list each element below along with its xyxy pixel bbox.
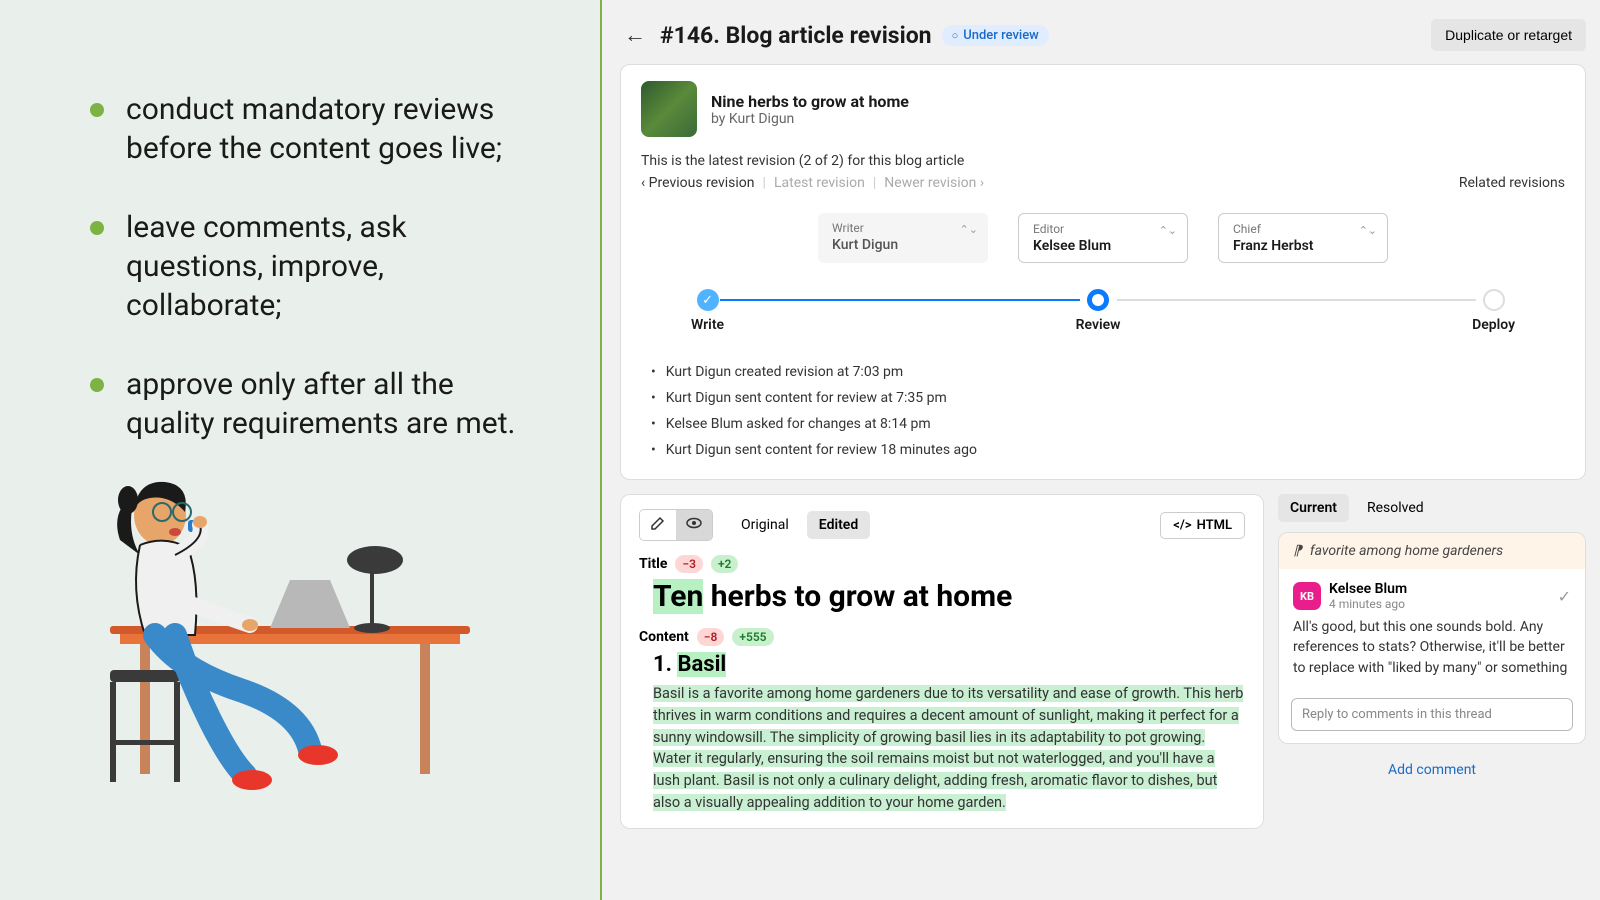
writer-role-select[interactable]: ⌃⌄ Writer Kurt Digun	[818, 213, 988, 263]
related-revisions-link[interactable]: Related revisions	[1459, 175, 1565, 191]
edit-mode-button[interactable]	[640, 510, 676, 540]
comments-panel: Current Resolved ⁋ favorite among home g…	[1278, 494, 1586, 829]
title-diff-minus: −3	[675, 555, 703, 573]
role-name: Franz Herbst	[1233, 238, 1373, 254]
status-badge: Under review	[942, 25, 1049, 46]
comment-author: Kelsee Blum	[1329, 581, 1407, 597]
content-diff-minus: −8	[697, 628, 725, 646]
page-title: #146. Blog article revision	[660, 22, 932, 49]
step-deploy-pending-icon	[1483, 289, 1505, 311]
reply-input[interactable]: Reply to comments in this thread	[1291, 698, 1573, 731]
article-thumbnail	[641, 81, 697, 137]
bullet-text: leave comments, ask questions, improve, …	[126, 208, 540, 325]
content-diff-plus: +555	[732, 628, 773, 646]
step-review-label: Review	[1076, 317, 1121, 333]
add-comment-link[interactable]: Add comment	[1278, 762, 1586, 778]
bullet-text: conduct mandatory reviews before the con…	[126, 90, 540, 168]
quote-icon: ⁋	[1293, 543, 1302, 559]
code-icon: </>	[1173, 518, 1191, 533]
step-review-current-icon	[1087, 289, 1109, 311]
step-write-done-icon: ✓	[697, 289, 719, 311]
document-title: Ten herbs to grow at home	[653, 579, 1245, 614]
revision-info: This is the latest revision (2 of 2) for…	[641, 153, 1565, 169]
thread-reference: favorite among home gardeners	[1310, 543, 1503, 559]
avatar: KB	[1293, 582, 1321, 610]
tab-edited[interactable]: Edited	[807, 511, 870, 539]
content-diff-card: Original Edited </> HTML Title −3 +2 Ten…	[620, 494, 1264, 829]
resolve-check-icon[interactable]: ✓	[1558, 587, 1571, 606]
activity-item: Kelsee Blum asked for changes at 8:14 pm	[666, 416, 931, 432]
role-label: Chief	[1233, 222, 1373, 236]
comment-thread: ⁋ favorite among home gardeners KB Kelse…	[1278, 532, 1586, 744]
role-name: Kelsee Blum	[1033, 238, 1173, 254]
tab-original[interactable]: Original	[729, 511, 801, 539]
activity-item: Kurt Digun created revision at 7:03 pm	[666, 364, 903, 380]
editor-role-select[interactable]: ⌃⌄ Editor Kelsee Blum	[1018, 213, 1188, 263]
view-mode-toggle	[639, 509, 713, 541]
html-view-button[interactable]: </> HTML	[1160, 512, 1245, 539]
marketing-pane: conduct mandatory reviews before the con…	[0, 0, 600, 900]
tab-comments-current[interactable]: Current	[1278, 494, 1349, 522]
content-field-label: Content	[639, 629, 689, 645]
prev-revision-link[interactable]: ‹ Previous revision	[641, 175, 755, 191]
bullet-dot-icon	[90, 221, 104, 235]
person-at-desk-illustration	[100, 440, 480, 800]
bullet-dot-icon	[90, 103, 104, 117]
role-label: Editor	[1033, 222, 1173, 236]
app-pane: ← #146. Blog article revision Under revi…	[602, 0, 1600, 900]
step-write-label: Write	[691, 317, 724, 333]
chevron-updown-icon: ⌃⌄	[1359, 224, 1377, 237]
comment-time: 4 minutes ago	[1329, 597, 1407, 611]
title-field-label: Title	[639, 556, 667, 572]
document-body: Basil is a favorite among home gardeners…	[653, 683, 1245, 814]
latest-revision-label: Latest revision	[774, 175, 865, 191]
comment-body: All's good, but this one sounds bold. An…	[1293, 617, 1571, 678]
revision-card: Nine herbs to grow at home by Kurt Digun…	[620, 64, 1586, 480]
tab-comments-resolved[interactable]: Resolved	[1355, 494, 1436, 522]
step-deploy-label: Deploy	[1472, 317, 1515, 333]
workflow-stepper: ✓ Write Review Deploy	[691, 289, 1515, 333]
duplicate-button[interactable]: Duplicate or retarget	[1431, 19, 1586, 51]
back-arrow-icon[interactable]: ←	[620, 18, 650, 52]
newer-revision-label: Newer revision ›	[884, 175, 984, 191]
preview-mode-button[interactable]	[676, 510, 712, 540]
activity-item: Kurt Digun sent content for review at 7:…	[666, 390, 947, 406]
chief-role-select[interactable]: ⌃⌄ Chief Franz Herbst	[1218, 213, 1388, 263]
role-name: Kurt Digun	[832, 237, 974, 253]
activity-item: Kurt Digun sent content for review 18 mi…	[666, 442, 977, 458]
bullet-dot-icon	[90, 378, 104, 392]
role-label: Writer	[832, 221, 974, 235]
chevron-updown-icon: ⌃⌄	[1159, 224, 1177, 237]
title-diff-plus: +2	[711, 555, 738, 573]
activity-log: Kurt Digun created revision at 7:03 pm K…	[641, 359, 1565, 463]
article-title: Nine herbs to grow at home	[711, 92, 909, 111]
article-byline: by Kurt Digun	[711, 111, 909, 127]
document-section-heading: 1. Basil	[653, 652, 1245, 677]
bullet-text: approve only after all the quality requi…	[126, 365, 540, 443]
chevron-updown-icon: ⌃⌄	[960, 223, 978, 236]
